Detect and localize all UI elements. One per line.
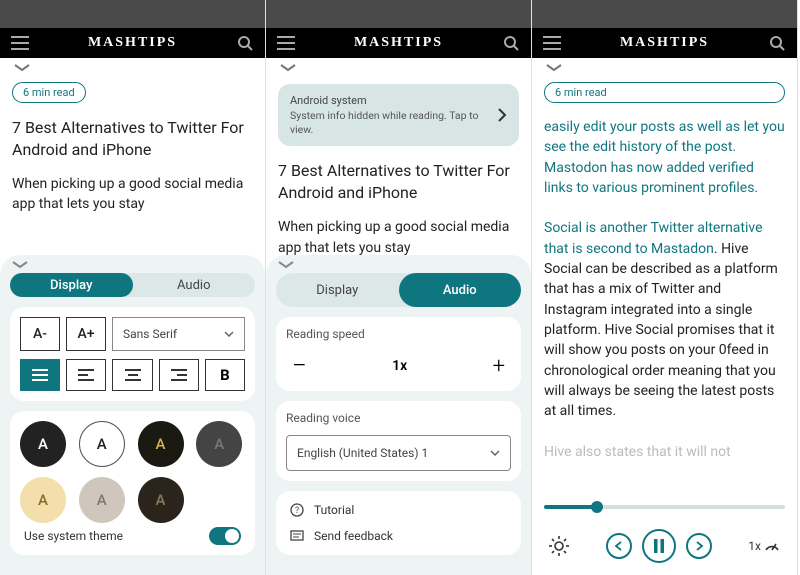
bold-button[interactable]: B — [205, 359, 245, 391]
reader-settings-panel: Display Audio Reading speed − 1x + Readi… — [266, 255, 531, 575]
settings-tabs: Display Audio — [276, 273, 521, 307]
align-left-button[interactable] — [66, 359, 106, 391]
tab-display[interactable]: Display — [10, 273, 133, 297]
article-title: 7 Best Alternatives to Twitter For Andro… — [12, 117, 253, 160]
playback-rate-button[interactable]: 1x — [748, 539, 781, 553]
body-text: . Hive Social can be described as a plat… — [544, 241, 778, 419]
font-smaller-button[interactable]: A- — [20, 317, 60, 351]
settings-tabs: Display Audio — [10, 273, 255, 297]
voice-label: Reading voice — [286, 411, 511, 425]
read-time-badge: 6 min read — [544, 82, 785, 103]
search-icon[interactable] — [501, 35, 521, 51]
links-card: ?Tutorial Send feedback — [276, 491, 521, 555]
speed-value: 1x — [392, 358, 407, 374]
screenshot-display-panel: MASHTIPS 6 min read 7 Best Alternatives … — [0, 0, 266, 575]
faded-text: Hive also states that it will not — [544, 444, 731, 460]
tab-display[interactable]: Display — [276, 273, 399, 307]
font-larger-button[interactable]: A+ — [66, 317, 106, 351]
search-icon[interactable] — [235, 35, 255, 51]
theme-card: AAAAAAA Use system theme — [10, 411, 255, 555]
progress-slider[interactable] — [544, 505, 785, 509]
theme-swatch-6[interactable]: A — [138, 477, 184, 523]
tutorial-link[interactable]: ?Tutorial — [286, 497, 511, 523]
theme-swatch-4[interactable]: A — [20, 477, 66, 523]
article-body: easily edit your posts as well as let yo… — [544, 117, 785, 497]
tab-audio[interactable]: Audio — [399, 273, 522, 307]
theme-swatch-3[interactable]: A — [196, 421, 242, 467]
font-family-select[interactable]: Sans Serif — [112, 317, 245, 351]
speed-increase-button[interactable]: + — [493, 354, 505, 379]
collapse-chevron-icon[interactable] — [544, 58, 785, 76]
read-time-badge: 6 min read — [12, 82, 86, 103]
screenshot-audio-panel: MASHTIPS Android system System info hidd… — [266, 0, 532, 575]
svg-text:?: ? — [295, 506, 299, 516]
menu-icon[interactable] — [10, 36, 30, 50]
collapse-chevron-icon[interactable] — [12, 58, 253, 76]
app-header: MASHTIPS — [266, 28, 531, 58]
status-bar — [266, 0, 531, 28]
menu-icon[interactable] — [542, 36, 562, 50]
speed-decrease-button[interactable]: − — [292, 351, 307, 381]
status-bar — [0, 0, 265, 28]
brand-logo: MASHTIPS — [88, 35, 177, 51]
tab-audio[interactable]: Audio — [133, 273, 256, 297]
screenshot-playback: MASHTIPS 6 min read easily edit your pos… — [532, 0, 798, 575]
theme-swatch-5[interactable]: A — [79, 477, 125, 523]
brand-logo: MASHTIPS — [620, 35, 709, 51]
chevron-right-icon — [497, 107, 507, 123]
prev-button[interactable] — [606, 533, 632, 559]
speed-label: Reading speed — [286, 327, 511, 341]
panel-handle-icon[interactable] — [276, 255, 521, 273]
article-body: When picking up a good social media app … — [12, 174, 253, 215]
notif-body: System info hidden while reading. Tap to… — [290, 109, 489, 136]
system-notification[interactable]: Android system System info hidden while … — [278, 84, 519, 146]
brand-logo: MASHTIPS — [354, 35, 443, 51]
app-header: MASHTIPS — [532, 28, 797, 58]
status-bar — [532, 0, 797, 28]
theme-swatch-0[interactable]: A — [20, 421, 66, 467]
speed-card: Reading speed − 1x + — [276, 317, 521, 391]
collapse-chevron-icon[interactable] — [278, 58, 519, 76]
align-center-button[interactable] — [112, 359, 152, 391]
theme-swatch-2[interactable]: A — [138, 421, 184, 467]
font-card: A- A+ Sans Serif B — [10, 307, 255, 401]
playback-bar: 1x — [544, 497, 785, 575]
search-icon[interactable] — [767, 35, 787, 51]
pause-button[interactable] — [642, 529, 676, 563]
theme-swatch-1[interactable]: A — [79, 421, 125, 467]
voice-select[interactable]: English (United States) 1 — [286, 435, 511, 471]
app-header: MASHTIPS — [0, 28, 265, 58]
notif-title: Android system — [290, 94, 489, 107]
panel-handle-icon[interactable] — [10, 255, 255, 273]
align-justify-button[interactable] — [20, 359, 60, 391]
reader-settings-panel: Display Audio A- A+ Sans Serif B AAAAAAA… — [0, 255, 265, 575]
align-right-button[interactable] — [159, 359, 199, 391]
voice-card: Reading voice English (United States) 1 — [276, 401, 521, 481]
feedback-link[interactable]: Send feedback — [286, 523, 511, 549]
article-title: 7 Best Alternatives to Twitter For Andro… — [278, 160, 519, 203]
link-text[interactable]: easily edit your posts as well as let yo… — [544, 119, 785, 196]
settings-icon[interactable] — [548, 535, 570, 557]
next-button[interactable] — [686, 533, 712, 559]
article-body: When picking up a good social media app … — [278, 217, 519, 258]
system-theme-label: Use system theme — [24, 529, 123, 543]
system-theme-toggle[interactable] — [209, 527, 241, 545]
menu-icon[interactable] — [276, 36, 296, 50]
